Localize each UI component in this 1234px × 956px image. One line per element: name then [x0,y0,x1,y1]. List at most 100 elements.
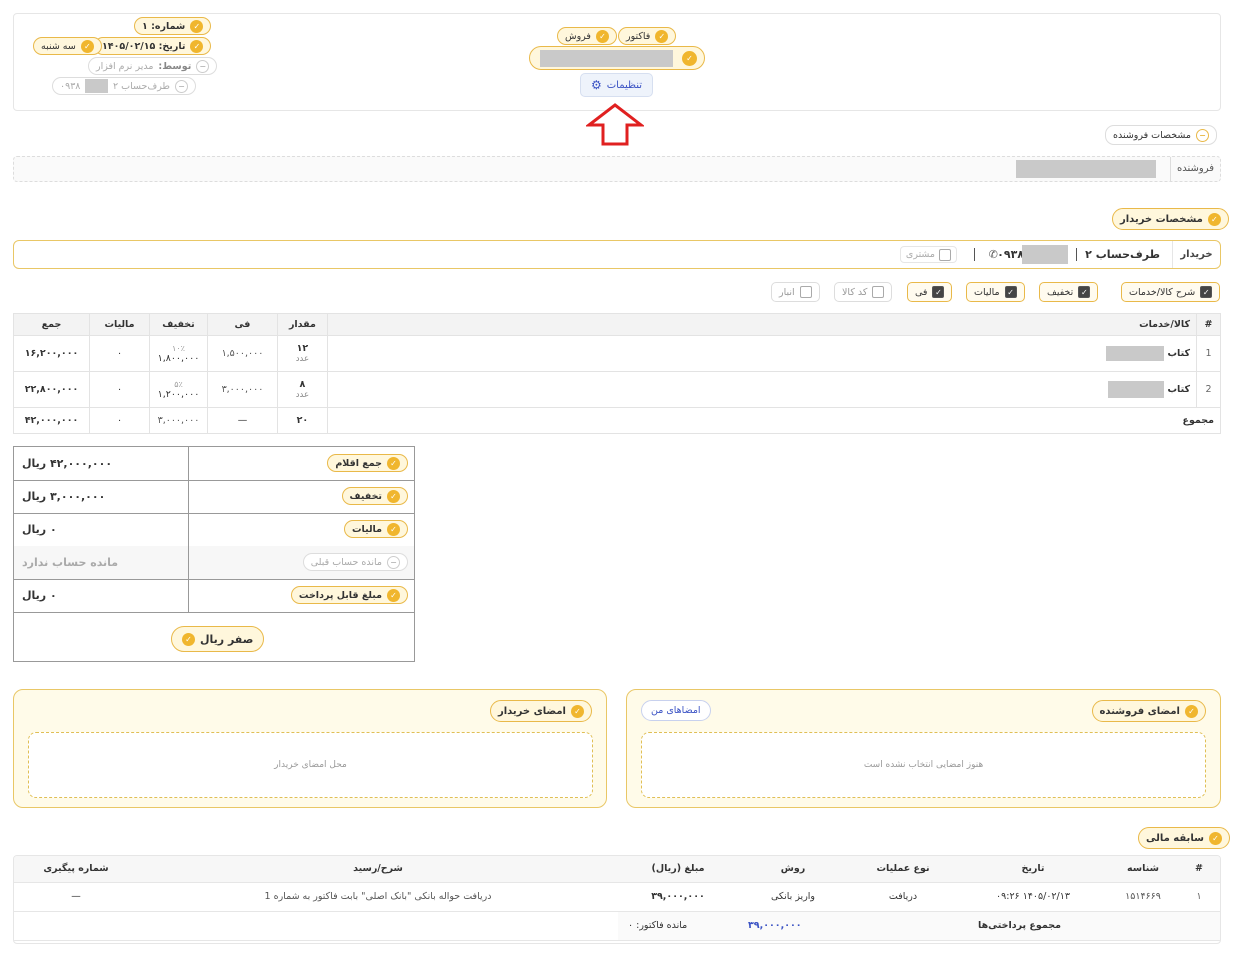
footer-qty: ۲۰ [276,407,328,434]
items-table: # کالا/خدمات مقدار فی تخفیف مالیات جمع 1… [12,313,1222,434]
customer-checkbox[interactable]: مشتری [899,246,957,263]
minus-icon: − [387,555,400,569]
checkbox-icon [799,286,812,298]
checkbox-checked-icon: ✓ [1078,286,1091,298]
check-icon: ✓ [682,50,697,66]
row-product[interactable]: کتاب [326,335,1198,372]
buyer-phone: ۰۹۳۸ [997,248,1024,261]
option-product-code[interactable]: کد کالا [834,282,893,302]
row-total: ۲۲,۸۰۰,۰۰۰ [12,371,91,408]
row-description: دریافت حواله بانکی "بانک اصلی" بابت فاکت… [138,882,618,912]
zero-rial-button[interactable]: صفر ریال ✓ [171,626,265,652]
buyer-section-toggle[interactable]: ✓ مشخصات خریدار [1112,208,1229,230]
buyer-signature-area[interactable]: محل امضای خریدار [28,732,593,798]
check-icon: ✓ [387,456,400,470]
row-qty[interactable]: ۱۲ عدد [276,335,328,372]
minus-icon: − [1195,128,1209,142]
buyer-signature-label: ✓ امضای خریدار [489,700,592,722]
row-tax: ۰ [89,371,150,408]
checkbox-icon [872,286,885,298]
footer-discount: ۳,۰۰۰,۰۰۰ [149,407,208,434]
option-tax[interactable]: ✓ مالیات [966,282,1025,302]
summary-row-prev-balance: مانده حساب ندارد − مانده حساب قبلی [14,546,414,580]
finance-section-toggle[interactable]: ✓ سابقه مالی [1138,827,1230,849]
redacted-buyer-phone [1022,245,1068,264]
row-method: واریز بانکی [738,882,848,912]
row-num: ۱ [1178,882,1220,912]
check-icon: ✓ [655,29,669,43]
footer-label: مجموع [326,407,1222,434]
separator [974,248,975,261]
finance-table-card: # شناسه تاریخ نوع عملیات روش مبلغ (ریال)… [13,855,1221,944]
seller-section-toggle[interactable]: − مشخصات فروشنده [1105,125,1217,145]
col-operation: نوع عملیات [848,856,958,883]
buyer-field-label: خریدار [1172,241,1220,268]
checkbox-icon [939,248,951,261]
finance-table: # شناسه تاریخ نوع عملیات روش مبلغ (ریال)… [14,856,1220,941]
option-discount[interactable]: ✓ تخفیف [1039,282,1099,302]
minus-icon: − [175,79,188,93]
row-date: ۱۴۰۵/۰۲/۱۳ ۰۹:۲۶ [958,882,1108,912]
gear-icon: ⚙ [590,78,602,92]
discount-label: ✓ تخفیف [341,487,408,505]
check-icon: ✓ [1185,704,1198,718]
finance-header-row: # شناسه تاریخ نوع عملیات روش مبلغ (ریال)… [14,856,1220,883]
row-operation: دریافت [848,882,958,912]
row-price[interactable]: ۳,۰۰۰,۰۰۰ [206,371,278,408]
summary-row-items-total: ۴۲,۰۰۰,۰۰۰ ریال ✓ جمع اقلام [14,447,414,481]
check-icon: ✓ [80,39,94,53]
prev-balance-label: − مانده حساب قبلی [302,553,408,571]
col-total: جمع [12,313,91,336]
seller-signature-panel: ✓ امضای فروشنده امضاهای من هنوز امضایی ا… [626,689,1221,808]
redacted-product [1106,346,1165,361]
option-price[interactable]: ✓ فی [907,282,953,302]
table-row[interactable]: 1 کتاب ۱۲ عدد ۱,۵۰۰,۰۰۰ ۱۰٪ ۱,۸۰۰,۰۰۰ ۰ ۱۶… [12,335,1221,372]
summary-row-tax: ۰ ریال ✓ مالیات [14,513,414,547]
check-icon: ✓ [1208,831,1222,845]
row-product[interactable]: کتاب [326,371,1198,408]
my-signatures-button[interactable]: امضاهای من [641,700,711,721]
row-id: ۱۵۱۴۶۶۹ [1108,882,1178,912]
buyer-name: طرف‌حساب ۲ [1085,248,1160,261]
payable-label: ✓ مبلغ قابل پرداخت [290,586,408,604]
check-icon: ✓ [190,39,204,53]
row-tracking: — [14,882,138,912]
row-qty[interactable]: ۸ عدد [276,371,328,408]
option-warehouse[interactable]: انبار [771,282,820,302]
table-row[interactable]: 2 کتاب ۸ عدد ۳,۰۰۰,۰۰۰ ۵٪ ۱,۲۰۰,۰۰۰ ۰ ۲۲,۸… [12,371,1221,408]
row-num: 1 [1196,335,1221,372]
row-discount[interactable]: ۵٪ ۱,۲۰۰,۰۰۰ [149,371,208,408]
seller-signature-area[interactable]: هنوز امضایی انتخاب نشده است [641,732,1206,798]
items-header-row: # کالا/خدمات مقدار فی تخفیف مالیات جمع [12,313,1221,336]
check-icon: ✓ [387,588,400,602]
row-tax: ۰ [89,335,150,372]
col-num: # [1178,856,1220,883]
row-price[interactable]: ۱,۵۰۰,۰۰۰ [206,335,278,372]
checkbox-checked-icon: ✓ [1200,286,1213,298]
type-sale-badge[interactable]: ✓ فروش [557,27,617,45]
row-discount[interactable]: ۱۰٪ ۱,۸۰۰,۰۰۰ [149,335,208,372]
party-badge[interactable]: − طرف‌حساب ۲ ۰۹۳۸ [52,77,196,95]
tax-label: ✓ مالیات [343,520,408,538]
footer-remaining: مانده فاکتور: ۰ [618,911,738,941]
option-description[interactable]: ✓ شرح کالا/خدمات [1121,282,1221,302]
type-invoice-badge[interactable]: ✓ فاکتور [618,27,677,45]
summary-row-payable: ۰ ریال ✓ مبلغ قابل پرداخت [14,579,414,613]
col-amount: مبلغ (ریال) [618,856,738,883]
summary-row-discount: ۳,۰۰۰,۰۰۰ ریال ✓ تخفیف [14,480,414,514]
col-description: شرح/رسید [138,856,618,883]
summary-box: ۴۲,۰۰۰,۰۰۰ ریال ✓ جمع اقلام ۳,۰۰۰,۰۰۰ ری… [13,446,415,662]
invoice-date-badge[interactable]: ✓ تاریخ: ۱۴۰۵/۰۲/۱۵ [94,37,212,55]
check-icon: ✓ [571,704,584,718]
check-icon: ✓ [387,522,400,536]
settings-button[interactable]: تنظیمات ⚙ [580,73,653,97]
seller-field-label: فروشنده [1170,157,1220,181]
col-num: # [1196,313,1221,336]
table-row[interactable]: ۱ ۱۵۱۴۶۶۹ ۱۴۰۵/۰۲/۱۳ ۰۹:۲۶ دریافت واریز … [14,882,1220,912]
minus-icon: − [196,59,210,73]
check-icon: ✓ [387,489,400,503]
check-icon: ✓ [1207,212,1221,226]
col-discount: تخفیف [149,313,208,336]
check-icon: ✓ [182,632,195,646]
buyer-signature-panel: ✓ امضای خریدار محل امضای خریدار [13,689,607,808]
